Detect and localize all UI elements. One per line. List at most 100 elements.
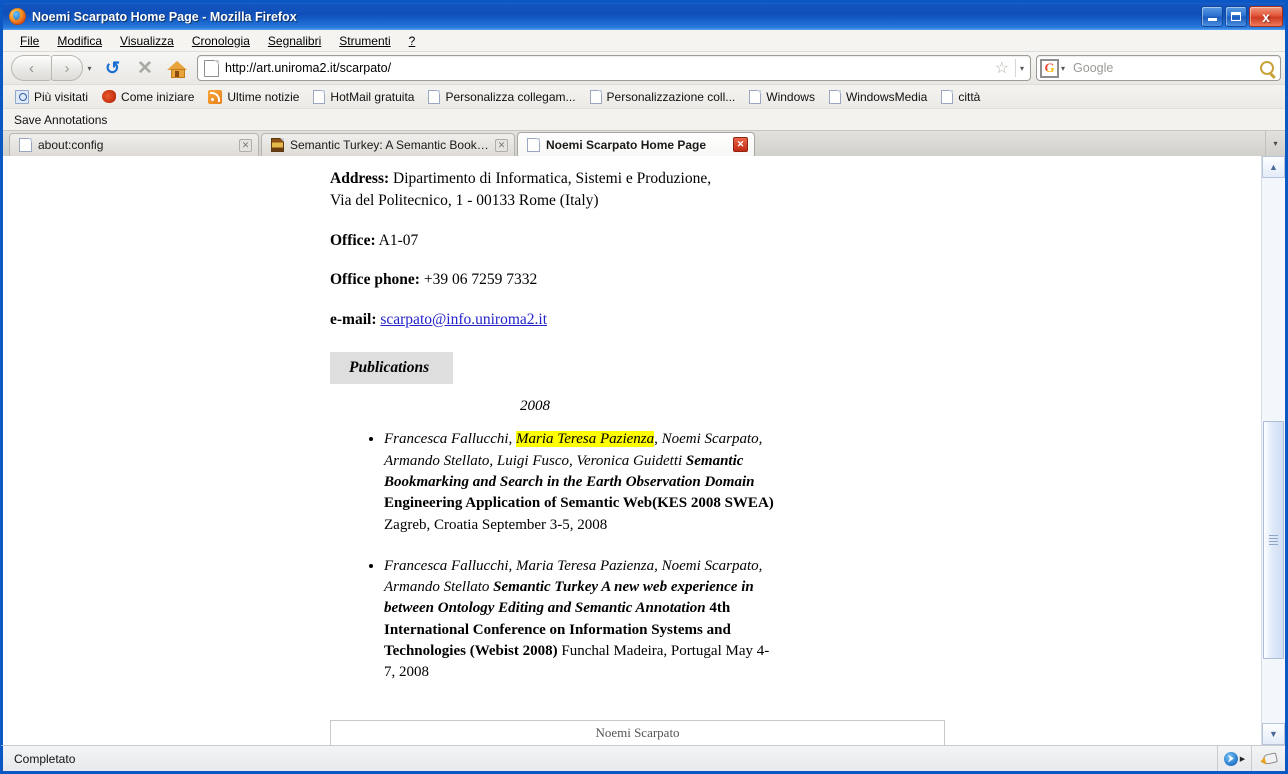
minimize-button[interactable] [1201, 6, 1223, 27]
list-all-tabs-button[interactable]: ▾ [1265, 131, 1285, 156]
address-label: Address: [330, 170, 390, 187]
highlighter-button[interactable] [1251, 746, 1285, 771]
bookmark-hotmail[interactable]: HotMail gratuita [307, 89, 420, 105]
home-button[interactable] [162, 55, 192, 81]
menu-segnalibri[interactable]: Segnalibri [259, 32, 330, 50]
browser-window: Noemi Scarpato Home Page - Mozilla Firef… [0, 0, 1288, 774]
semantic-annotation-icon [1223, 751, 1238, 766]
menu-file[interactable]: File [11, 32, 48, 50]
bookmark-citta[interactable]: città [935, 89, 986, 105]
status-icons: ▶ [1217, 746, 1285, 771]
menu-cronologia[interactable]: Cronologia [183, 32, 259, 50]
navigation-toolbar: ‹ › ▾ ↻ ✕ http://art.uniroma2.it/scarpat… [3, 51, 1285, 84]
url-input[interactable]: http://art.uniroma2.it/scarpato/ [225, 61, 993, 75]
close-icon[interactable]: ✕ [239, 138, 252, 152]
office-phone-block: Office phone: +39 06 7259 7332 [330, 269, 1221, 291]
publications-list: Francesca Fallucchi, Maria Teresa Pazien… [330, 429, 1221, 683]
forward-button[interactable]: › [51, 55, 83, 81]
chevron-down-icon[interactable]: ▾ [1059, 64, 1069, 73]
publications-header: Publications [330, 352, 454, 385]
bookmark-label: Più visitati [34, 89, 89, 104]
tab-about-config[interactable]: about:config ✕ [9, 133, 259, 156]
page-icon [313, 89, 326, 104]
list-item: Francesca Fallucchi, Maria Teresa Pazien… [384, 429, 776, 535]
page-icon [204, 59, 219, 77]
title-bar: Noemi Scarpato Home Page - Mozilla Firef… [0, 0, 1285, 30]
divider [1014, 59, 1016, 77]
window-controls: x [1201, 6, 1283, 27]
bookmark-label: Ultime notizie [227, 89, 300, 104]
google-icon[interactable]: G [1040, 58, 1059, 78]
bookmark-label: WindowsMedia [845, 89, 928, 104]
tab-semantic-turkey[interactable]: Semantic Turkey: A Semantic Bookmark... … [261, 133, 515, 156]
reload-button[interactable]: ↻ [98, 55, 128, 81]
bookmarks-toolbar: Più visitati Come iniziare Ultime notizi… [3, 84, 1285, 108]
authors-before: Francesca Fallucchi, [384, 431, 517, 448]
maximize-button[interactable] [1225, 6, 1247, 27]
semantic-annotation-button[interactable]: ▶ [1217, 746, 1251, 771]
content-area: Address: Dipartimento di Informatica, Si… [0, 156, 1285, 745]
status-bar: Completato ▶ [0, 745, 1285, 771]
close-window-button[interactable]: x [1249, 6, 1283, 27]
close-icon[interactable]: ✕ [495, 138, 508, 152]
tab-strip: about:config ✕ Semantic Turkey: A Semant… [3, 130, 1285, 156]
menu-visualizza[interactable]: Visualizza [111, 32, 183, 50]
email-link[interactable]: scarpato@info.uniroma2.it [380, 311, 547, 328]
reload-icon: ↻ [105, 57, 121, 78]
bookmark-label: Personalizza collegam... [445, 89, 576, 104]
back-button[interactable]: ‹ [11, 55, 51, 81]
page-icon [589, 89, 602, 104]
firefox-icon [102, 90, 117, 103]
menu-modifica[interactable]: Modifica [48, 32, 111, 50]
search-input[interactable]: Google [1069, 61, 1260, 75]
publication-venue: Engineering Application of Semantic Web(… [384, 495, 774, 512]
chevron-down-icon[interactable]: ▾ [83, 55, 96, 81]
scrollbar-track[interactable] [1262, 178, 1285, 723]
page-icon [527, 137, 540, 152]
url-bar[interactable]: http://art.uniroma2.it/scarpato/ ☆ ▾ [197, 55, 1031, 81]
turkey-icon [271, 138, 284, 152]
page-icon [19, 138, 32, 152]
bookmark-windowsmedia[interactable]: WindowsMedia [823, 89, 933, 105]
menu-strumenti[interactable]: Strumenti [330, 32, 399, 50]
bookmark-come-iniziare[interactable]: Come iniziare [96, 89, 200, 105]
nav-back-forward-group: ‹ › ▾ [11, 55, 96, 81]
search-page-icon [15, 89, 29, 104]
bookmark-windows[interactable]: Windows [743, 89, 821, 105]
chevron-down-icon[interactable]: ▾ [1020, 64, 1027, 73]
menu-help[interactable]: ? [400, 32, 425, 50]
bookmark-label: Windows [766, 89, 815, 104]
search-bar[interactable]: G ▾ Google [1036, 55, 1281, 81]
star-icon[interactable]: ☆ [993, 58, 1011, 78]
office-phone-value: +39 06 7259 7332 [423, 271, 538, 289]
highlighted-author: Maria Teresa Pazienza [516, 431, 655, 448]
address-value-line2: Via del Politecnico, 1 - 00133 Rome (Ita… [330, 192, 599, 210]
close-icon: ✕ [137, 57, 153, 79]
office-label: Office: [330, 231, 376, 249]
scroll-up-button[interactable]: ▲ [1262, 156, 1285, 178]
bookmark-ultime-notizie[interactable]: Ultime notizie [202, 89, 305, 105]
scroll-down-button[interactable]: ▼ [1262, 723, 1285, 745]
bookmark-label: città [958, 89, 981, 104]
save-annotations-button[interactable]: Save Annotations [14, 113, 107, 127]
bookmark-personalizzazione-coll[interactable]: Personalizzazione coll... [584, 89, 742, 105]
address-block: Address: Dipartimento di Informatica, Si… [330, 168, 1221, 213]
vertical-scrollbar[interactable]: ▲ ▼ [1261, 156, 1285, 745]
scrollbar-thumb[interactable] [1263, 421, 1284, 659]
annotation-toolbar: Save Annotations [3, 108, 1285, 130]
stop-button[interactable]: ✕ [130, 55, 160, 81]
close-icon[interactable]: ✕ [733, 137, 748, 152]
rss-icon [208, 89, 223, 104]
bookmark-label: Personalizzazione coll... [606, 89, 736, 104]
search-icon[interactable] [1260, 61, 1274, 75]
page-icon [828, 89, 841, 104]
web-page: Address: Dipartimento di Informatica, Si… [3, 156, 1261, 745]
chevron-right-icon[interactable]: ▶ [1240, 755, 1245, 763]
tab-label: about:config [38, 138, 104, 152]
list-item: Francesca Fallucchi, Maria Teresa Pazien… [384, 556, 776, 684]
bookmark-piu-visitati[interactable]: Più visitati [9, 89, 94, 105]
bookmark-personalizza-collegam[interactable]: Personalizza collegam... [422, 89, 581, 105]
tab-label: Semantic Turkey: A Semantic Bookmark... [290, 138, 489, 152]
page-footer: Noemi Scarpato [330, 719, 945, 745]
tab-noemi-scarpato-home-page[interactable]: Noemi Scarpato Home Page ✕ [517, 132, 755, 156]
